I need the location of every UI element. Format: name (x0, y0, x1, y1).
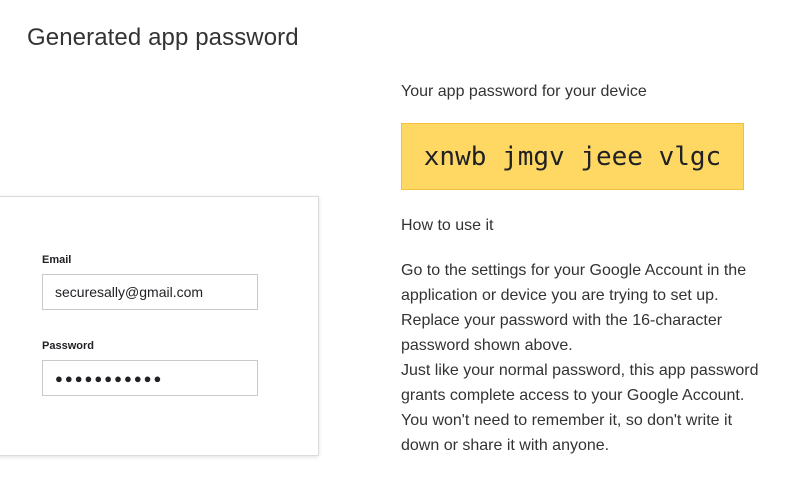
instructions: Go to the settings for your Google Accou… (401, 258, 771, 458)
instructions-paragraph-2: Just like your normal password, this app… (401, 362, 759, 454)
app-password-box: xnwb jmgv jeee vlgc (401, 123, 744, 190)
password-value: ●●●●●●●●●●● (55, 370, 164, 386)
app-password-value[interactable]: xnwb jmgv jeee vlgc (424, 142, 721, 172)
app-password-heading: Your app password for your device (401, 83, 647, 100)
email-field[interactable]: securesally@gmail.com (42, 274, 258, 310)
instructions-paragraph-1: Go to the settings for your Google Accou… (401, 262, 747, 354)
email-label: Email (42, 254, 72, 266)
email-value: securesally@gmail.com (55, 284, 204, 300)
password-label: Password (42, 340, 94, 352)
page-title: Generated app password (27, 24, 299, 51)
signin-card: Email securesally@gmail.com Password ●●●… (0, 196, 319, 456)
password-field[interactable]: ●●●●●●●●●●● (42, 360, 258, 396)
how-to-heading: How to use it (401, 217, 494, 234)
